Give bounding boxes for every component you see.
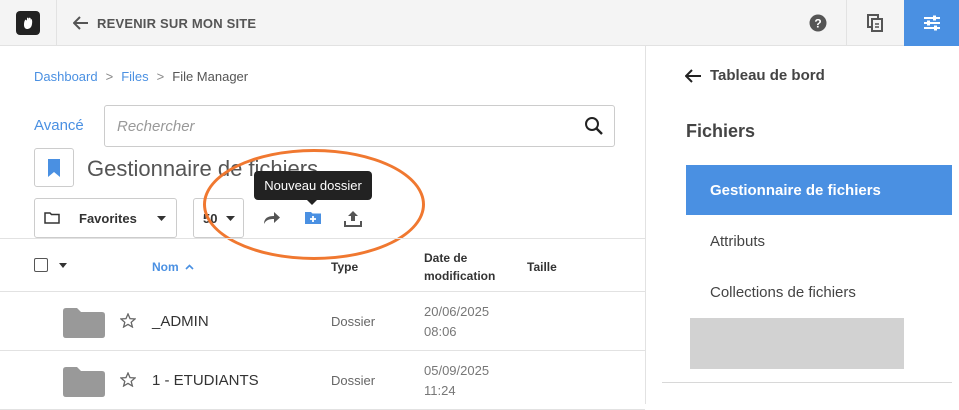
upload-icon xyxy=(344,210,362,227)
breadcrumb-separator: > xyxy=(105,69,114,84)
bookmark-icon xyxy=(48,158,60,177)
help-icon: ? xyxy=(809,14,826,32)
advanced-search-link[interactable]: Avancé xyxy=(34,117,84,134)
file-type: Dossier xyxy=(331,373,376,388)
redacted-block xyxy=(690,318,904,369)
favorites-dropdown[interactable]: Favorites xyxy=(34,198,177,238)
file-date: 05/09/2025 11:24 xyxy=(424,361,514,401)
logo[interactable] xyxy=(0,0,57,46)
star-icon[interactable] xyxy=(120,372,136,387)
breadcrumb-dashboard[interactable]: Dashboard xyxy=(34,69,98,84)
pages-icon xyxy=(867,14,883,32)
column-header-date-line2: modification xyxy=(424,269,496,283)
sort-ascending-icon xyxy=(185,264,194,270)
dashboard-side-panel: Tableau de bord Fichiers Gestionnaire de… xyxy=(645,46,959,404)
breadcrumb-files[interactable]: Files xyxy=(121,69,148,84)
file-date: 20/06/2025 08:06 xyxy=(424,302,514,342)
folder-icon xyxy=(63,367,105,397)
caret-down-icon[interactable] xyxy=(59,263,67,268)
new-folder-tooltip: Nouveau dossier xyxy=(254,171,372,200)
folder-icon xyxy=(63,308,105,338)
sidebar-item-attributes[interactable]: Attributs xyxy=(686,216,952,266)
per-page-label: 50 xyxy=(203,210,218,226)
file-date-day: 05/09/2025 xyxy=(424,363,490,378)
back-to-site-button[interactable]: REVENIR SUR MON SITE xyxy=(57,0,256,46)
upload-button[interactable] xyxy=(343,208,363,228)
search-input[interactable] xyxy=(105,106,575,146)
table-row[interactable]: 1 - ETUDIANTS Dossier 05/09/2025 11:24 xyxy=(0,351,645,410)
search-icon[interactable] xyxy=(584,116,604,136)
file-name[interactable]: 1 - ETUDIANTS xyxy=(152,372,259,389)
table-row[interactable]: _ADMIN Dossier 20/06/2025 08:06 xyxy=(0,292,645,351)
tooltip-arrow xyxy=(307,200,317,205)
column-header-name[interactable]: Nom xyxy=(152,260,194,274)
new-folder-button[interactable] xyxy=(303,208,323,228)
table-header: Nom Type Date de modification Taille xyxy=(0,238,645,292)
help-button[interactable]: ? xyxy=(789,0,846,46)
breadcrumb-current: File Manager xyxy=(172,69,249,84)
sidebar-item-file-sets[interactable]: Collections de fichiers xyxy=(686,267,952,317)
bookmark-button[interactable] xyxy=(34,148,74,187)
select-all-checkbox[interactable] xyxy=(34,258,48,272)
caret-down-icon xyxy=(157,216,166,221)
file-date-day: 20/06/2025 xyxy=(424,304,490,319)
star-icon[interactable] xyxy=(120,313,136,328)
move-button[interactable] xyxy=(262,208,282,228)
file-date-time: 08:06 xyxy=(424,324,457,339)
search-box xyxy=(104,105,615,147)
svg-text:?: ? xyxy=(814,17,821,31)
concrete5-logo-icon xyxy=(16,11,40,35)
move-icon xyxy=(264,212,280,224)
favorites-label: Favorites xyxy=(79,210,137,226)
file-date-time: 11:24 xyxy=(424,383,456,398)
divider xyxy=(662,382,952,383)
column-header-date-line1: Date de xyxy=(424,251,468,265)
per-page-dropdown[interactable]: 50 xyxy=(193,198,244,238)
file-name[interactable]: _ADMIN xyxy=(152,313,209,330)
arrow-left-icon xyxy=(685,68,701,83)
sliders-icon xyxy=(923,15,940,31)
column-header-date[interactable]: Date de modification xyxy=(424,249,514,285)
sidebar-item-file-manager[interactable]: Gestionnaire de fichiers xyxy=(686,165,952,215)
back-to-dashboard-label: Tableau de bord xyxy=(710,67,825,84)
back-to-site-label: REVENIR SUR MON SITE xyxy=(97,15,257,31)
caret-down-icon xyxy=(226,216,235,221)
top-toolbar: REVENIR SUR MON SITE ? xyxy=(0,0,959,46)
pages-button[interactable] xyxy=(846,0,903,46)
folder-icon xyxy=(44,212,60,224)
file-type: Dossier xyxy=(331,314,376,329)
back-to-dashboard-link[interactable]: Tableau de bord xyxy=(685,67,825,84)
settings-button[interactable] xyxy=(904,0,959,46)
new-folder-icon xyxy=(305,212,321,224)
sidebar-heading: Fichiers xyxy=(686,121,756,141)
breadcrumb: Dashboard > Files > File Manager xyxy=(34,69,248,84)
column-header-size[interactable]: Taille xyxy=(527,260,557,274)
column-header-type[interactable]: Type xyxy=(331,260,358,274)
column-header-name-label: Nom xyxy=(152,260,179,274)
breadcrumb-separator: > xyxy=(156,69,165,84)
arrow-left-icon xyxy=(73,16,88,30)
